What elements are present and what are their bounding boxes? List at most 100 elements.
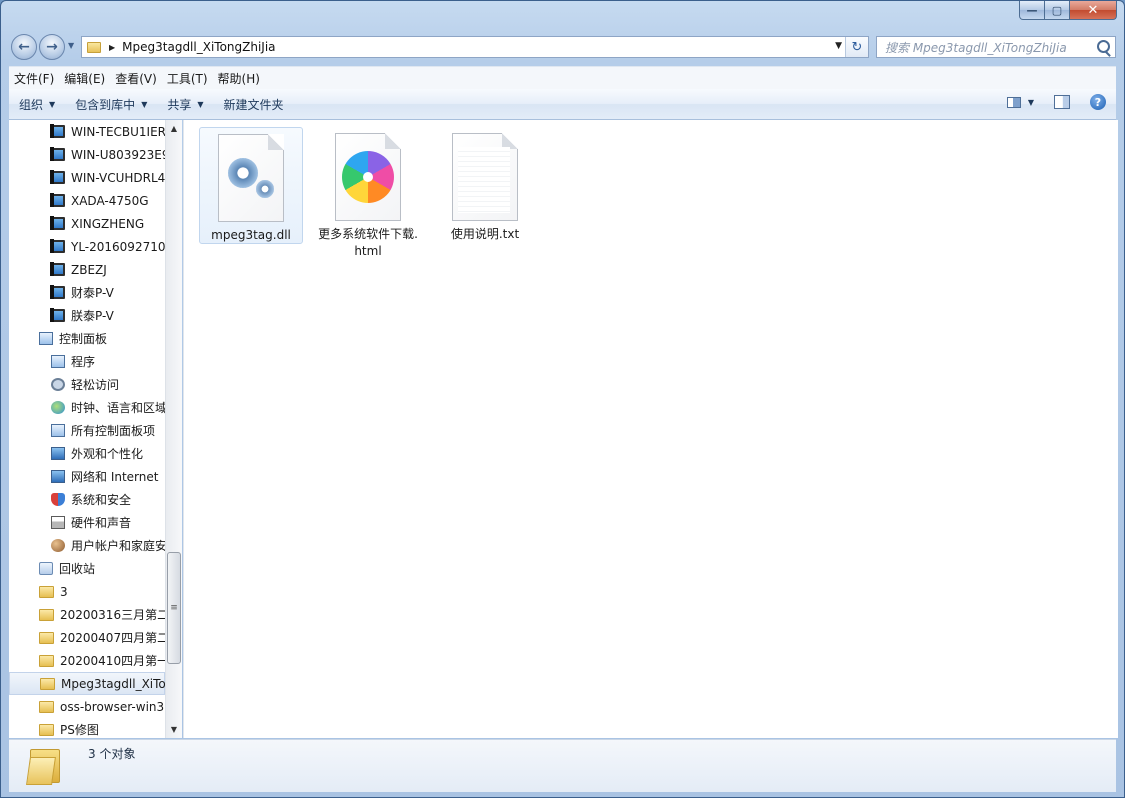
sidebar-item[interactable]: 财泰P-V	[9, 281, 165, 304]
computer-icon	[50, 124, 65, 138]
include-in-library-button[interactable]: 包含到库中 ▼	[65, 96, 157, 113]
sidebar-item[interactable]: oss-browser-win3	[9, 695, 165, 718]
computer-icon	[50, 308, 65, 322]
sidebar-item[interactable]: 回收站	[9, 557, 165, 580]
refresh-button[interactable]: ↻	[845, 37, 868, 57]
forward-arrow-icon: →	[46, 39, 58, 55]
sidebar-item[interactable]: Mpeg3tagdll_XiTo	[9, 672, 165, 695]
search-icon[interactable]	[1097, 40, 1110, 53]
sidebar-item-label: 所有控制面板项	[71, 424, 156, 438]
view-options-dropdown-icon[interactable]: ▼	[1028, 98, 1034, 107]
preview-pane-icon[interactable]	[1054, 95, 1070, 109]
sidebar-item[interactable]: ZBEZJ	[9, 258, 165, 281]
scrollbar-thumb[interactable]: ≡	[167, 552, 181, 664]
menu-edit[interactable]: 编辑(E)	[59, 70, 110, 87]
chevron-down-icon: ▼	[141, 99, 148, 109]
sidebar-item[interactable]: 程序	[9, 350, 165, 373]
file-item[interactable]: 使用说明.txt	[433, 127, 537, 244]
computer-icon	[50, 285, 65, 299]
recent-pages-dropdown[interactable]: ▼	[68, 41, 74, 50]
close-button[interactable]: ✕	[1070, 1, 1117, 20]
sidebar-item[interactable]: 用户帐户和家庭安	[9, 534, 165, 557]
address-bar[interactable]: ▶ Mpeg3tagdll_XiTongZhiJia ▼ ↻	[81, 36, 869, 58]
printer-icon	[51, 516, 65, 529]
folder-icon	[39, 654, 54, 667]
sidebar-item[interactable]: 朕泰P-V	[9, 304, 165, 327]
maximize-button[interactable]: ▢	[1045, 1, 1070, 20]
forward-button[interactable]: →	[39, 34, 65, 60]
breadcrumb-current[interactable]: Mpeg3tagdll_XiTongZhiJia	[122, 40, 275, 54]
sidebar-item[interactable]: 控制面板	[9, 327, 165, 350]
users-icon	[51, 539, 65, 552]
sidebar-item-label: 3	[60, 584, 68, 599]
sidebar-item[interactable]: 时钟、语言和区域	[9, 396, 165, 419]
back-button[interactable]: ←	[11, 34, 37, 60]
navigation-scrollbar[interactable]: ▲ ≡ ▼	[165, 120, 182, 738]
search-input[interactable]: 搜索 Mpeg3tagdll_XiTongZhiJia	[885, 39, 1067, 56]
navigation-pane: WIN-TECBU1IER WIN-U803923E9 WIN-VCUHDRL4 XA…	[9, 120, 165, 738]
address-dropdown-icon[interactable]: ▼	[835, 41, 842, 51]
scroll-up-arrow-icon[interactable]: ▲	[166, 120, 182, 137]
share-button[interactable]: 共享 ▼	[157, 96, 213, 113]
sidebar-item-label: oss-browser-win3	[60, 699, 165, 714]
organize-button[interactable]: 组织 ▼	[9, 96, 65, 113]
programs-icon	[51, 355, 65, 368]
sidebar-item[interactable]: 外观和个性化	[9, 442, 165, 465]
minimize-button[interactable]: —	[1019, 1, 1045, 20]
help-icon[interactable]: ?	[1090, 94, 1106, 110]
file-item[interactable]: mpeg3tag.dll	[199, 127, 303, 244]
sidebar-item-label: 20200407四月第二	[60, 631, 165, 645]
sidebar-item-label: 财泰P-V	[71, 286, 114, 300]
sidebar-item[interactable]: XADA-4750G	[9, 189, 165, 212]
sidebar-item[interactable]: WIN-TECBU1IER	[9, 120, 165, 143]
scroll-down-arrow-icon[interactable]: ▼	[166, 721, 182, 738]
sidebar-item[interactable]: PS修图	[9, 718, 165, 738]
change-view-icon[interactable]	[1006, 96, 1021, 108]
menu-file[interactable]: 文件(F)	[9, 70, 59, 87]
sidebar-item[interactable]: 网络和 Internet	[9, 465, 165, 488]
folder-icon	[39, 585, 54, 598]
file-item[interactable]: 更多系统软件下载.html	[316, 127, 420, 258]
sidebar-item-label: 系统和安全	[71, 493, 132, 507]
sidebar-item[interactable]: 20200410四月第一	[9, 649, 165, 672]
sidebar-item[interactable]: 3	[9, 580, 165, 603]
chevron-down-icon: ▼	[197, 99, 204, 109]
control-panel-icon	[39, 332, 53, 345]
organize-label: 组织	[19, 97, 44, 112]
sidebar-item[interactable]: WIN-U803923E9	[9, 143, 165, 166]
sidebar-item[interactable]: 所有控制面板项	[9, 419, 165, 442]
sidebar-item[interactable]: WIN-VCUHDRL4	[9, 166, 165, 189]
sidebar-item-label: 时钟、语言和区域	[71, 401, 165, 415]
sidebar-item-label: 轻松访问	[71, 378, 120, 392]
back-arrow-icon: ←	[18, 39, 30, 55]
new-folder-label: 新建文件夹	[223, 97, 284, 112]
folder-icon	[87, 41, 101, 53]
sidebar-item-label: YL-20160927102	[71, 239, 165, 254]
sidebar-item-label: 20200410四月第一	[60, 654, 165, 668]
sidebar-item[interactable]: 系统和安全	[9, 488, 165, 511]
menu-help[interactable]: 帮助(H)	[213, 70, 265, 87]
file-name: 使用说明.txt	[450, 227, 520, 241]
sidebar-item[interactable]: XINGZHENG	[9, 212, 165, 235]
include-library-label: 包含到库中	[75, 97, 136, 112]
breadcrumb-arrow-icon[interactable]: ▶	[109, 43, 115, 52]
sidebar-item-label: XINGZHENG	[71, 216, 145, 231]
sidebar-item-label: 用户帐户和家庭安	[71, 539, 165, 553]
sidebar-item[interactable]: 20200407四月第二	[9, 626, 165, 649]
menu-tools[interactable]: 工具(T)	[162, 70, 213, 87]
file-name: 更多系统软件下载.html	[318, 227, 418, 258]
item-count: 3 个对象	[88, 747, 136, 761]
new-folder-button[interactable]: 新建文件夹	[214, 96, 294, 113]
browser-html-icon	[335, 133, 401, 221]
menu-bar: 文件(F) 编辑(E) 查看(V) 工具(T) 帮助(H)	[9, 66, 1116, 89]
sidebar-item[interactable]: 硬件和声音	[9, 511, 165, 534]
sidebar-item[interactable]: 轻松访问	[9, 373, 165, 396]
menu-view[interactable]: 查看(V)	[110, 70, 162, 87]
sidebar-item-label: 网络和 Internet	[71, 470, 159, 484]
sidebar-item[interactable]: YL-20160927102	[9, 235, 165, 258]
caption-buttons: — ▢ ✕	[1019, 1, 1117, 21]
sidebar-item[interactable]: 20200316三月第二	[9, 603, 165, 626]
sidebar-item-label: WIN-TECBU1IER	[71, 124, 165, 139]
search-box[interactable]: 搜索 Mpeg3tagdll_XiTongZhiJia	[876, 36, 1116, 58]
chevron-down-icon: ▼	[49, 99, 56, 109]
